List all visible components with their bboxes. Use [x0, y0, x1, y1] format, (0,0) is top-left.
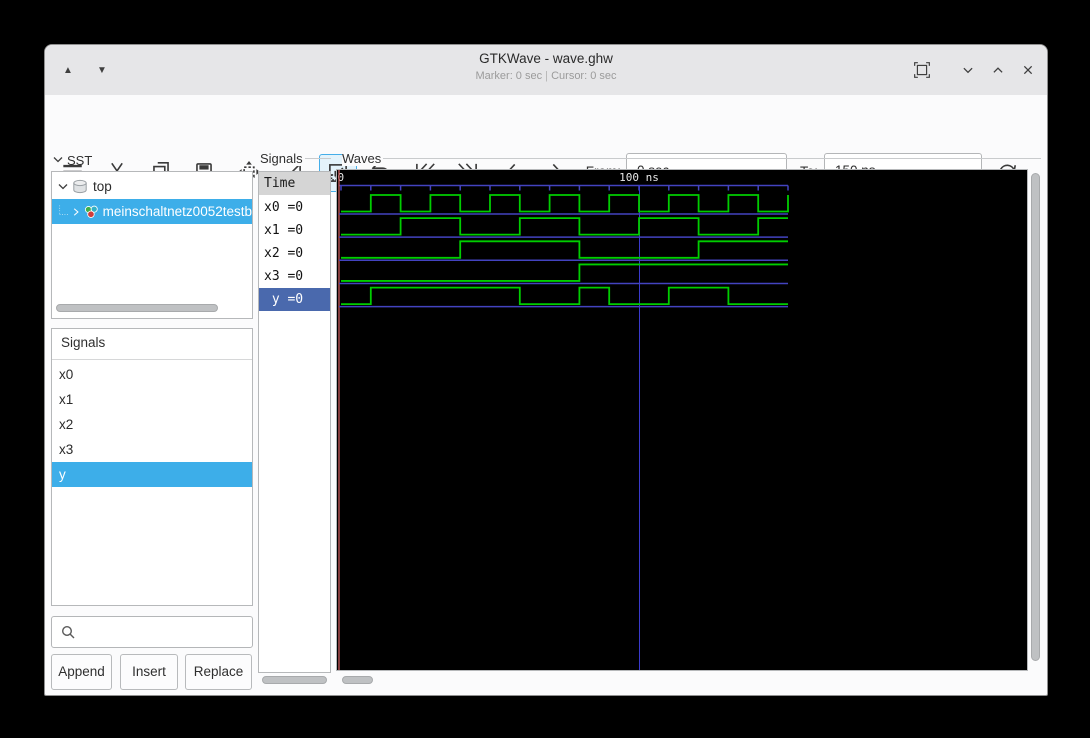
fit-window-icon	[914, 62, 930, 78]
maximize-button[interactable]	[987, 59, 1009, 81]
minimize-button[interactable]	[957, 59, 979, 81]
expand-chevron-icon[interactable]	[58, 183, 68, 191]
sst-header[interactable]: SST	[53, 151, 92, 169]
trace-row-x0[interactable]: x0 =0	[259, 196, 330, 219]
signal-list-item-x0[interactable]: x0	[52, 362, 252, 387]
titlebar[interactable]: ▲ ▼ GTKWave - wave.ghw Marker: 0 sec | C…	[45, 45, 1047, 96]
replace-button[interactable]: Replace	[185, 654, 252, 690]
frame-line	[305, 158, 331, 159]
toolbar: From: 0 sec To: 150 ns	[45, 95, 1047, 192]
insert-button[interactable]: Insert	[120, 654, 178, 690]
trace-panel-header: Signals	[260, 151, 303, 166]
header-divider	[52, 359, 252, 360]
status-separator: |	[545, 70, 549, 82]
signal-list-header: Signals	[61, 335, 106, 350]
gtkwave-window: ▲ ▼ GTKWave - wave.ghw Marker: 0 sec | C…	[44, 44, 1048, 696]
desktop: { "window": { "title": "GTKWave - wave.g…	[0, 0, 1090, 738]
tree-item-label: top	[93, 179, 112, 194]
signal-list-item-y[interactable]: y	[52, 462, 252, 487]
tree-item-testbench[interactable]: meinschaltnetz0052testb	[52, 199, 252, 224]
cursor-status: Cursor: 0 sec	[551, 70, 617, 82]
trace-row-x2[interactable]: x2 =0	[259, 242, 330, 265]
expand-chevron-icon[interactable]	[73, 207, 80, 217]
chevron-down-icon	[963, 67, 973, 74]
waveform-svg: 0 100 ns	[338, 170, 789, 670]
signal-list-item-x3[interactable]: x3	[52, 437, 252, 462]
tree-item-top[interactable]: top	[52, 174, 252, 199]
trace-row-y[interactable]: y =0	[259, 288, 330, 311]
append-button[interactable]: Append	[51, 654, 112, 690]
tree-item-label: meinschaltnetz0052testb	[102, 204, 252, 219]
scope-cylinder-icon	[73, 179, 87, 193]
collapse-chevron-icon	[53, 157, 63, 163]
close-icon	[1023, 65, 1033, 75]
search-icon	[61, 625, 75, 639]
signal-list-panel: Signals x0 x1 x2 x3 y	[51, 328, 253, 606]
trace-row-x3[interactable]: x3 =0	[259, 265, 330, 288]
fit-window-button[interactable]	[911, 59, 933, 81]
signal-search-input[interactable]	[51, 616, 253, 648]
close-button[interactable]	[1017, 59, 1039, 81]
trace-name-panel: Time x0 =0 x1 =0 x2 =0 x3 =0 y =0	[258, 171, 331, 673]
waves-vscrollbar-thumb[interactable]	[1031, 173, 1040, 661]
svg-text:100 ns: 100 ns	[619, 171, 659, 184]
sst-tree-panel: top meinschaltnetz0052testb	[51, 171, 253, 319]
waves-hscrollbar-thumb[interactable]	[342, 676, 373, 684]
status-line: Marker: 0 sec | Cursor: 0 sec	[45, 70, 1047, 82]
waves-panel-header: Waves	[342, 151, 382, 166]
waveform-canvas[interactable]: 0 100 ns	[336, 169, 1028, 671]
window-title: GTKWave - wave.ghw	[479, 51, 613, 66]
sst-header-label: SST	[67, 152, 93, 168]
trace-panel-hscrollbar-thumb[interactable]	[262, 676, 327, 684]
frame-line	[383, 158, 1041, 159]
trace-row-x1[interactable]: x1 =0	[259, 219, 330, 242]
marker-status: Marker: 0 sec	[475, 70, 543, 82]
tree-connector	[59, 204, 68, 215]
module-spheres-icon	[84, 205, 98, 218]
signal-list-item-x1[interactable]: x1	[52, 387, 252, 412]
sst-hscrollbar-thumb[interactable]	[56, 304, 218, 312]
chevron-up-icon	[993, 67, 1003, 73]
time-column-header[interactable]: Time	[259, 172, 330, 195]
signal-list-item-x2[interactable]: x2	[52, 412, 252, 437]
